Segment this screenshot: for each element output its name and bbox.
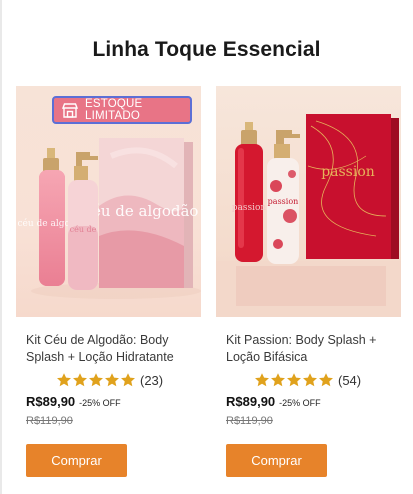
svg-text:passion: passion	[268, 197, 299, 206]
svg-text:céu de algodão: céu de algodão	[84, 202, 199, 220]
store-icon	[62, 102, 78, 118]
old-price: R$119,90	[226, 415, 273, 427]
review-count[interactable]: (23)	[140, 373, 163, 388]
badge-label: ESTOQUE LIMITADO	[85, 98, 143, 122]
product-card: céu de algodão céu de algodão céu de EST…	[16, 86, 201, 486]
star-icon	[255, 373, 269, 387]
current-price: R$89,90	[26, 394, 76, 409]
product-name[interactable]: Kit Céu de Algodão: Body Splash + Loção …	[26, 332, 198, 366]
star-icon	[271, 373, 285, 387]
section-title: Linha Toque Essencial	[92, 38, 321, 61]
buy-button[interactable]: Comprar	[26, 444, 127, 477]
product-image[interactable]: passion passion passion	[216, 86, 401, 317]
star-icon	[303, 373, 317, 387]
star-icon	[57, 373, 71, 387]
left-divider	[0, 0, 2, 494]
buy-button[interactable]: Comprar	[226, 444, 327, 477]
star-icon	[105, 373, 119, 387]
star-icon	[121, 373, 135, 387]
price-row: R$89,90 -25% OFF	[226, 394, 321, 409]
product-name[interactable]: Kit Passion: Body Splash + Loção Bifásic…	[226, 332, 398, 366]
product-photo-passion: passion passion passion	[216, 114, 401, 317]
discount-label: -25% OFF	[279, 398, 321, 408]
star-icon	[73, 373, 87, 387]
rating: (23)	[56, 372, 163, 388]
review-count[interactable]: (54)	[338, 373, 361, 388]
product-card: passion passion passion Kit Passion: Bod…	[216, 86, 401, 486]
star-icon	[319, 373, 333, 387]
rating: (54)	[254, 372, 361, 388]
star-icon	[89, 373, 103, 387]
product-image[interactable]: céu de algodão céu de algodão céu de EST…	[16, 86, 201, 317]
star-icon	[287, 373, 301, 387]
star-rating	[254, 372, 334, 388]
discount-label: -25% OFF	[79, 398, 121, 408]
old-price: R$119,90	[26, 415, 73, 427]
svg-text:passion: passion	[232, 203, 267, 213]
star-rating	[56, 372, 136, 388]
current-price: R$89,90	[226, 394, 276, 409]
price-row: R$89,90 -25% OFF	[26, 394, 121, 409]
limited-stock-badge: ESTOQUE LIMITADO	[52, 96, 192, 124]
svg-text:céu de: céu de	[70, 225, 97, 234]
svg-text:passion: passion	[321, 164, 375, 180]
